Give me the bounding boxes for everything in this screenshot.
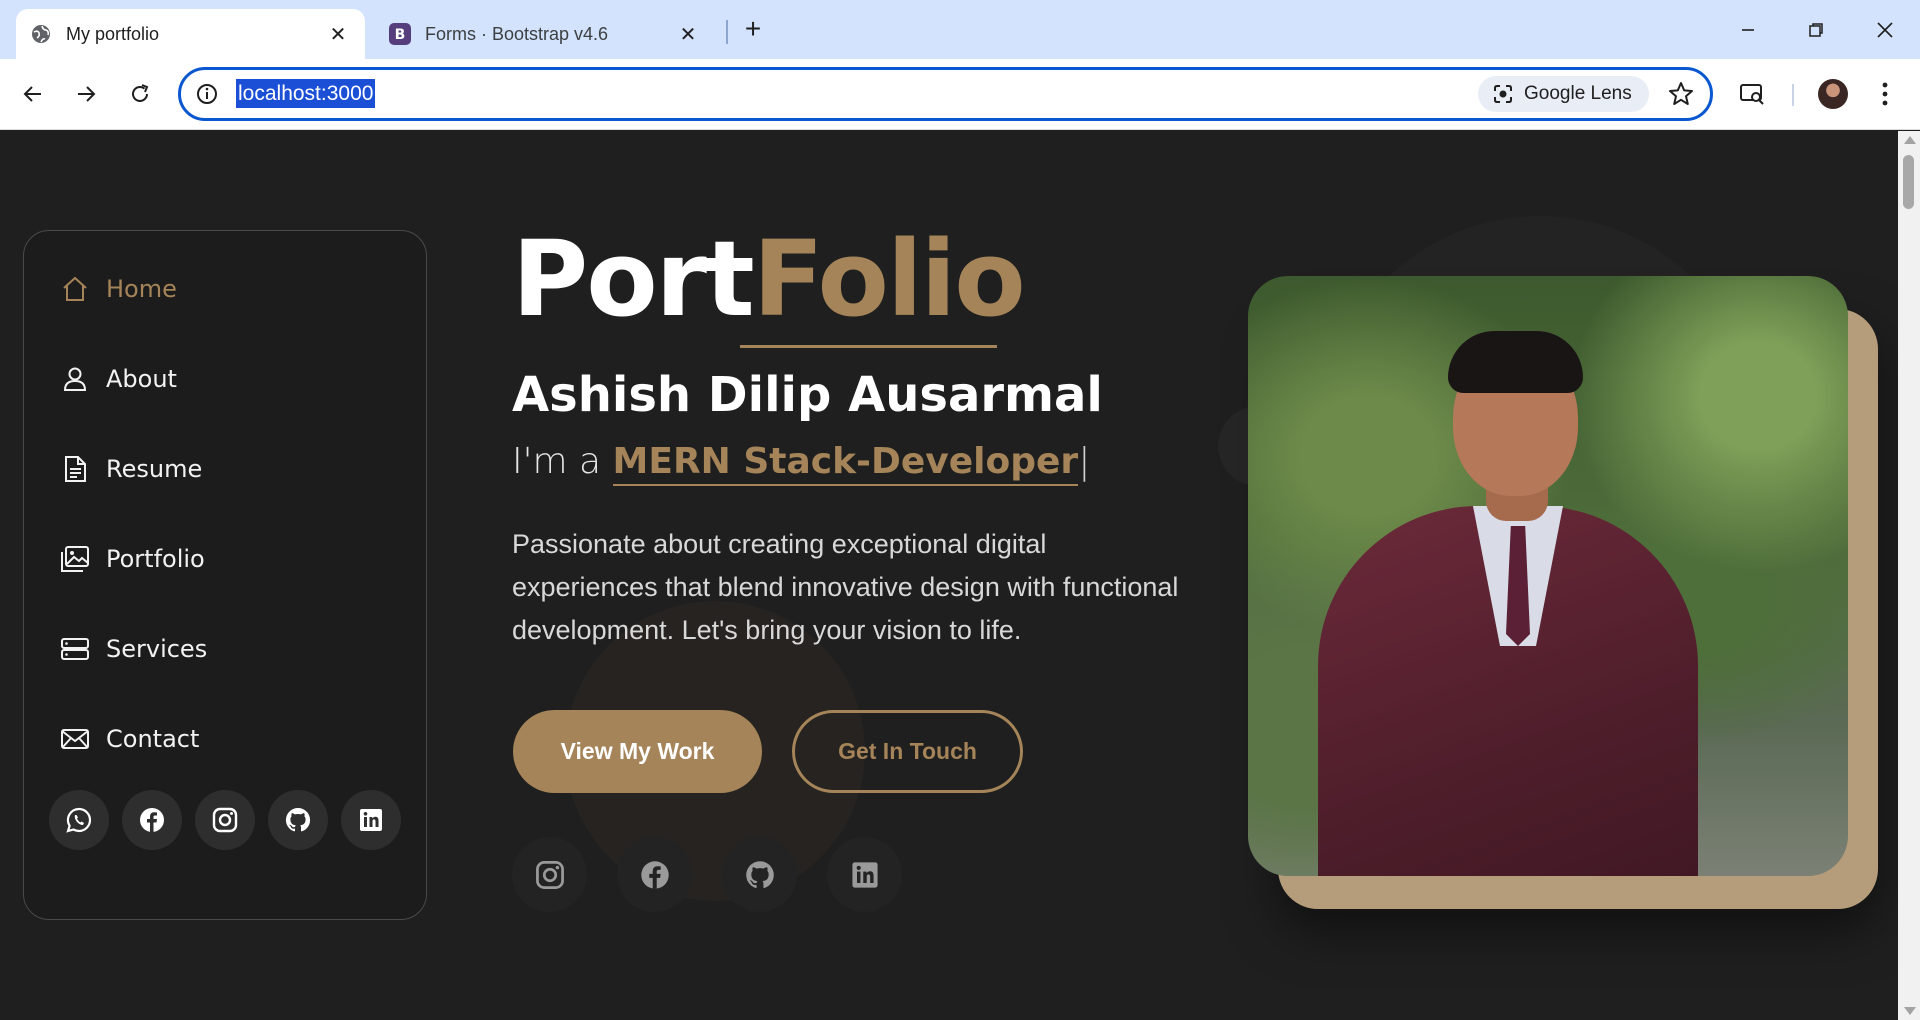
github-icon[interactable] [722, 837, 797, 912]
person-icon [60, 364, 90, 394]
tab-bootstrap-forms[interactable]: B Forms · Bootstrap v4.6 ✕ [375, 9, 715, 59]
forward-button[interactable] [68, 76, 104, 112]
new-tab-button[interactable]: + [738, 13, 768, 44]
photo-hair [1448, 331, 1583, 393]
facebook-icon[interactable] [617, 837, 692, 912]
role-prefix: I'm a [512, 441, 613, 482]
sidebar-item-label: About [106, 365, 177, 393]
scroll-down-arrow[interactable] [1904, 1007, 1916, 1015]
close-window-button[interactable] [1862, 10, 1908, 50]
tab-separator [726, 20, 728, 44]
home-icon [60, 274, 90, 304]
document-icon [60, 454, 90, 484]
sidebar-item-label: Resume [106, 455, 203, 483]
sidebar-item-services[interactable]: Services [60, 629, 207, 669]
toolbar-divider [1792, 84, 1794, 106]
hero-social-links [512, 837, 902, 912]
hero-description: Passionate about creating exceptional di… [512, 529, 1179, 645]
sidebar-item-resume[interactable]: Resume [60, 449, 202, 489]
google-lens-label: Google Lens [1524, 83, 1632, 104]
sidebar-item-label: Portfolio [106, 545, 205, 573]
scroll-up-arrow[interactable] [1904, 136, 1916, 144]
sidebar-item-label: Contact [106, 725, 200, 753]
tab-title: Forms · Bootstrap v4.6 [425, 23, 609, 44]
close-tab-icon[interactable]: ✕ [675, 21, 701, 47]
sidebar-item-contact[interactable]: Contact [60, 719, 199, 759]
typing-caret: | [1078, 441, 1091, 482]
tab-strip: My portfolio ✕ B Forms · Bootstrap v4.6 … [0, 0, 1920, 59]
browser-toolbar: localhost:3000 Google Lens [0, 59, 1920, 130]
sidebar-social-links [49, 790, 401, 850]
sidebar-nav: Home About Resume Portfolio Services Con… [23, 230, 427, 920]
sidebar-item-portfolio[interactable]: Portfolio [60, 539, 205, 579]
page-title: PortFolio [512, 227, 1026, 331]
site-info-icon[interactable] [195, 82, 219, 106]
close-tab-icon[interactable]: ✕ [325, 21, 351, 47]
sidebar-item-label: Home [106, 275, 177, 303]
linkedin-icon[interactable] [341, 790, 401, 850]
facebook-icon[interactable] [122, 790, 182, 850]
github-icon[interactable] [268, 790, 328, 850]
page-scrollbar[interactable] [1898, 131, 1920, 1020]
linkedin-icon[interactable] [827, 837, 902, 912]
get-in-touch-button[interactable]: Get In Touch [792, 710, 1023, 793]
whatsapp-icon[interactable] [49, 790, 109, 850]
menu-kebab-icon[interactable] [1868, 77, 1902, 111]
title-underline [740, 345, 997, 348]
instagram-icon[interactable] [195, 790, 255, 850]
instagram-icon[interactable] [512, 837, 587, 912]
server-icon [60, 634, 90, 664]
tab-title: My portfolio [66, 23, 160, 44]
envelope-icon [60, 724, 90, 754]
cast-search-icon[interactable] [1735, 77, 1769, 111]
bookmark-star-icon[interactable] [1667, 80, 1697, 110]
sidebar-item-home[interactable]: Home [60, 269, 177, 309]
reload-button[interactable] [122, 76, 158, 112]
role-highlight: MERN Stack-Developer [612, 441, 1079, 486]
back-button[interactable] [15, 76, 51, 112]
portfolio-page: Home About Resume Portfolio Services Con… [0, 131, 1898, 1020]
title-accent: Folio [752, 218, 1026, 340]
hero-role: I'm a MERN Stack-Developer| [512, 441, 1091, 486]
images-icon [60, 544, 90, 574]
svg-text:B: B [395, 27, 406, 43]
url-text[interactable]: localhost:3000 [236, 79, 376, 108]
google-lens-button[interactable]: Google Lens [1478, 76, 1649, 112]
view-my-work-button[interactable]: View My Work [513, 710, 762, 793]
globe-icon [30, 23, 52, 45]
minimize-button[interactable] [1725, 10, 1771, 50]
title-main: Port [512, 218, 755, 340]
tab-my-portfolio[interactable]: My portfolio ✕ [16, 9, 365, 59]
bootstrap-icon: B [389, 23, 411, 45]
lens-icon [1492, 83, 1514, 105]
profile-avatar[interactable] [1818, 79, 1848, 109]
scroll-thumb[interactable] [1903, 155, 1914, 209]
sidebar-item-label: Services [106, 635, 208, 663]
address-bar[interactable]: localhost:3000 Google Lens [178, 67, 1713, 121]
restore-button[interactable] [1793, 10, 1839, 50]
sidebar-item-about[interactable]: About [60, 359, 177, 399]
hero-name: Ashish Dilip Ausarmal [512, 367, 1103, 423]
profile-photo [1248, 276, 1848, 876]
